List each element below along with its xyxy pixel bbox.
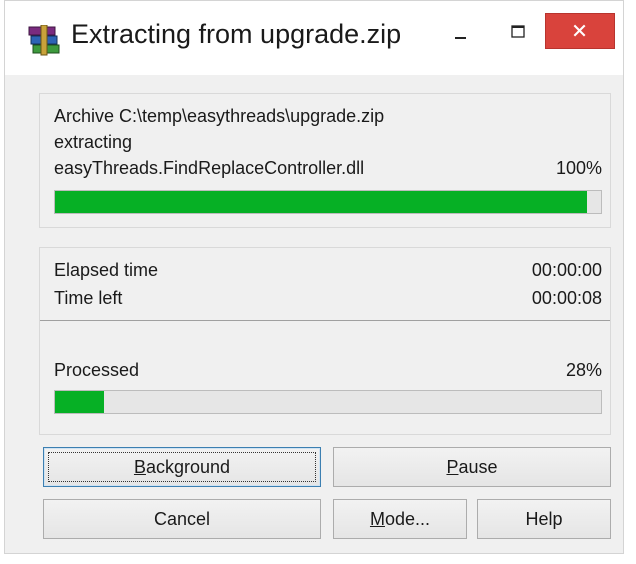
operation-label: extracting xyxy=(54,132,133,152)
archive-progress-group: Archive C:\temp\easythreads\upgrade.zip … xyxy=(39,93,611,228)
file-progress-fill xyxy=(55,191,588,213)
close-button[interactable] xyxy=(545,13,615,49)
close-icon xyxy=(573,24,586,37)
elapsed-time-value: 00:00:00 xyxy=(531,260,602,280)
processed-progress-bar xyxy=(54,390,602,414)
archive-path: Archive C:\temp\easythreads\upgrade.zip xyxy=(54,106,385,126)
maximize-icon[interactable] xyxy=(493,15,543,49)
window-title: Extracting from upgrade.zip xyxy=(71,19,402,49)
divider xyxy=(40,320,610,321)
help-button-label: Help xyxy=(525,509,563,529)
time-left-value: 00:00:08 xyxy=(531,288,602,308)
processed-label: Processed xyxy=(54,360,140,380)
title-bar[interactable]: Extracting from upgrade.zip xyxy=(5,1,623,75)
cancel-button[interactable]: Cancel xyxy=(43,499,321,539)
minimize-icon[interactable] xyxy=(435,15,485,49)
time-left-label: Time left xyxy=(54,288,123,308)
mode-button[interactable]: Mode... xyxy=(333,499,467,539)
file-progress-bar xyxy=(54,190,602,214)
pause-button[interactable]: Pause xyxy=(333,447,611,487)
mode-button-label: Mode... xyxy=(369,509,431,529)
winrar-app-icon xyxy=(28,25,60,56)
background-button-label: Background xyxy=(133,457,231,477)
total-progress-group: Elapsed time 00:00:00 Time left 00:00:08… xyxy=(39,247,611,435)
processed-progress-fill xyxy=(55,391,105,413)
background-button[interactable]: Background xyxy=(43,447,321,487)
file-percent: 100% xyxy=(555,158,602,178)
pause-button-label: Pause xyxy=(446,457,498,477)
help-button[interactable]: Help xyxy=(477,499,611,539)
processed-percent: 28% xyxy=(565,360,602,380)
current-file-name: easyThreads.FindReplaceController.dll xyxy=(54,158,365,178)
elapsed-time-label: Elapsed time xyxy=(54,260,159,280)
winrar-extract-dialog: Extracting from upgrade.zip Archive C:\t… xyxy=(4,0,624,554)
cancel-button-label: Cancel xyxy=(153,509,211,529)
